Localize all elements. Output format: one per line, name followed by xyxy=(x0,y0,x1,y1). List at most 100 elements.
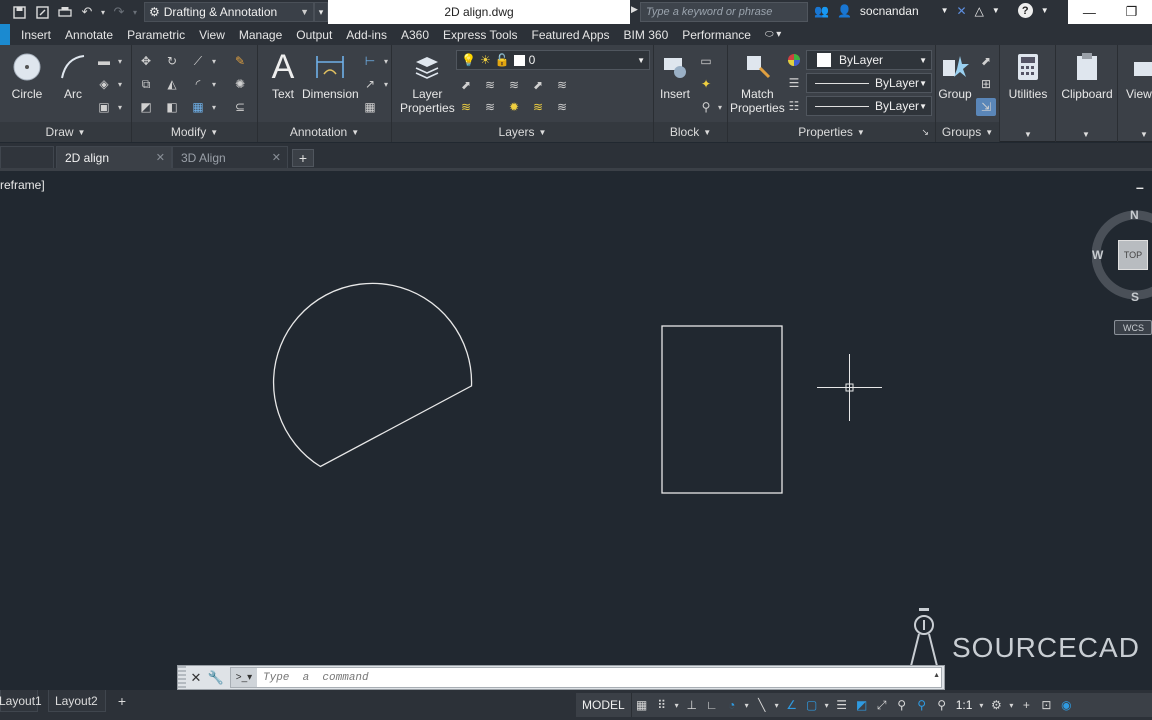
polar-tracking-icon[interactable]: ◔ xyxy=(722,693,742,717)
panel-groups-title[interactable]: Groups ▼ xyxy=(936,122,999,142)
block-dropdown-icon[interactable]: ▾ xyxy=(712,99,728,115)
linear-dimension-icon[interactable]: ⊢ xyxy=(362,53,378,69)
hardware-acceleration-icon[interactable]: ◉ xyxy=(1056,693,1076,717)
workspace-dropdown-icon[interactable]: ▾ xyxy=(1006,693,1016,717)
layer-tool-icon[interactable]: ⬈ xyxy=(530,77,546,93)
layout-tab-layout1[interactable]: Layout1 xyxy=(0,690,42,712)
tab-output[interactable]: Output xyxy=(289,24,339,45)
add-scale-icon[interactable]: + xyxy=(1016,693,1036,717)
quick-access-customize[interactable]: ▾ xyxy=(314,2,328,22)
scale-icon[interactable]: ◧ xyxy=(164,99,180,115)
viewcube[interactable]: N W S TOP xyxy=(1092,206,1152,336)
tab-featured-apps[interactable]: Featured Apps xyxy=(524,24,616,45)
command-input[interactable] xyxy=(257,668,941,687)
search-expand-icon[interactable]: ▶ xyxy=(631,4,638,15)
rectangle-shape[interactable] xyxy=(661,325,783,494)
lineweight-dropdown[interactable]: ByLayer ▼ xyxy=(806,96,932,116)
ortho-icon[interactable]: ∟ xyxy=(702,693,722,717)
a360-dropdown-icon[interactable]: ▼ xyxy=(992,6,1000,15)
layer-tool-icon[interactable]: ≋ xyxy=(482,99,498,115)
isolate-objects-icon[interactable]: ⊡ xyxy=(1036,693,1056,717)
snap-dropdown-icon[interactable]: ▾ xyxy=(672,693,682,717)
dimension-button[interactable]: Dimension xyxy=(302,50,359,101)
file-tab-3d-align[interactable]: 3D Align ✕ xyxy=(172,146,288,168)
workspace-switcher[interactable]: ⚙ Drafting & Annotation ▼ xyxy=(144,2,314,22)
panel-block-title[interactable]: Block ▼ xyxy=(654,122,727,142)
layer-tool-icon[interactable]: ≋ xyxy=(458,99,474,115)
layout-tab-layout2[interactable]: Layout2 xyxy=(48,690,106,712)
command-history-icon[interactable]: ▲ xyxy=(933,672,940,679)
isodraft-dropdown-icon[interactable]: ▾ xyxy=(772,693,782,717)
tab-annotate[interactable]: Annotate xyxy=(58,24,120,45)
leader-icon[interactable]: ↗ xyxy=(362,76,378,92)
insert-button[interactable]: Insert xyxy=(658,50,692,101)
command-prompt-icon[interactable]: >_▾ xyxy=(231,668,257,687)
file-tab-2d-align[interactable]: 2D align ✕ xyxy=(56,146,172,168)
user-dropdown-icon[interactable]: ▼ xyxy=(941,6,949,15)
close-icon[interactable]: ✕ xyxy=(156,151,165,164)
annotation-scale-auto-icon[interactable]: ⚲ xyxy=(912,693,932,717)
layer-tool-icon[interactable]: ≋ xyxy=(554,99,570,115)
panel-layers-title[interactable]: Layers ▼ xyxy=(392,122,653,142)
infer-constraints-icon[interactable]: ⊥ xyxy=(682,693,702,717)
close-icon[interactable]: ✕ xyxy=(272,151,281,164)
tab-view[interactable]: View xyxy=(192,24,232,45)
view-dropdown-icon[interactable]: ▼ xyxy=(1140,130,1148,139)
transparency-icon[interactable]: ◩ xyxy=(852,693,872,717)
region-icon[interactable]: ▣ xyxy=(96,99,112,115)
help-icon[interactable]: ? xyxy=(1017,3,1033,18)
array-dropdown-icon[interactable]: ▾ xyxy=(206,99,222,115)
dialog-launcher-icon[interactable]: ↘ xyxy=(921,127,929,138)
hatch-dropdown-icon[interactable]: ▾ xyxy=(112,76,128,92)
tab-a360[interactable]: A360 xyxy=(394,24,436,45)
snap-icon[interactable]: ⠿ xyxy=(652,693,672,717)
minimize-icon[interactable]: — xyxy=(1083,5,1096,20)
username[interactable]: socnandan xyxy=(860,4,919,18)
save-as-icon[interactable] xyxy=(33,3,51,21)
tab-manage[interactable]: Manage xyxy=(232,24,289,45)
clipboard-dropdown-icon[interactable]: ▼ xyxy=(1082,130,1090,139)
trim-dropdown-icon[interactable]: ▾ xyxy=(206,53,222,69)
circle-button[interactable]: Circle xyxy=(10,50,44,101)
ungroup-icon[interactable]: ⬈ xyxy=(978,53,994,69)
layer-tool-icon[interactable]: ≋ xyxy=(506,77,522,93)
redo-dropdown-icon[interactable]: ▾ xyxy=(126,3,144,21)
group-selection-toggle-icon[interactable]: ⇲ xyxy=(976,98,996,116)
new-tab-button[interactable]: + xyxy=(292,149,314,167)
rectangle-icon[interactable]: ▬ xyxy=(96,53,112,69)
panel-draw-title[interactable]: Draw ▼ xyxy=(0,122,131,142)
new-layout-button[interactable]: + xyxy=(113,692,131,710)
edit-block-icon[interactable]: ✦ xyxy=(698,76,714,92)
object-snap-icon[interactable]: ▢ xyxy=(802,693,822,717)
layer-tool-icon[interactable]: ≋ xyxy=(554,77,570,93)
annotation-visibility-icon[interactable]: ⚲ xyxy=(892,693,912,717)
viewcube-top-face[interactable]: TOP xyxy=(1118,240,1148,270)
region-dropdown-icon[interactable]: ▾ xyxy=(112,99,128,115)
viewcube-south[interactable]: S xyxy=(1131,290,1139,304)
group-button[interactable]: Group xyxy=(938,50,972,101)
close-icon[interactable]: ✕ xyxy=(186,666,206,689)
workspace-gear-icon[interactable]: ⚙ xyxy=(986,693,1006,717)
grid-icon[interactable]: ▦ xyxy=(632,693,652,717)
a360-icon[interactable]: △ xyxy=(975,4,984,18)
viewcube-west[interactable]: W xyxy=(1092,248,1103,262)
table-icon[interactable]: ▦ xyxy=(362,99,378,115)
plot-icon[interactable] xyxy=(56,3,74,21)
layer-tool-icon[interactable]: ✹ xyxy=(506,99,522,115)
group-edit-icon[interactable]: ⊞ xyxy=(978,76,994,92)
hatch-icon[interactable]: ◈ xyxy=(96,76,112,92)
object-snap-tracking-icon[interactable]: ∠ xyxy=(782,693,802,717)
layer-dropdown[interactable]: 💡 ☀ 🔓 0 ▼ xyxy=(456,50,650,70)
panel-properties-title[interactable]: Properties ▼ ↘ xyxy=(728,122,935,142)
viewcube-north[interactable]: N xyxy=(1130,208,1139,222)
tab-insert[interactable]: Insert xyxy=(14,24,58,45)
panel-annotation-title[interactable]: Annotation ▼ xyxy=(258,122,391,142)
help-dropdown-icon[interactable]: ▼ xyxy=(1041,6,1049,15)
rotate-icon[interactable]: ↻ xyxy=(164,53,180,69)
model-space-toggle[interactable]: MODEL xyxy=(576,693,632,717)
object-snap-dropdown-icon[interactable]: ▾ xyxy=(822,693,832,717)
text-button[interactable]: A Text xyxy=(266,50,300,101)
save-icon[interactable] xyxy=(10,3,28,21)
tab-parametric[interactable]: Parametric xyxy=(120,24,192,45)
view-button[interactable]: View xyxy=(1126,50,1152,101)
